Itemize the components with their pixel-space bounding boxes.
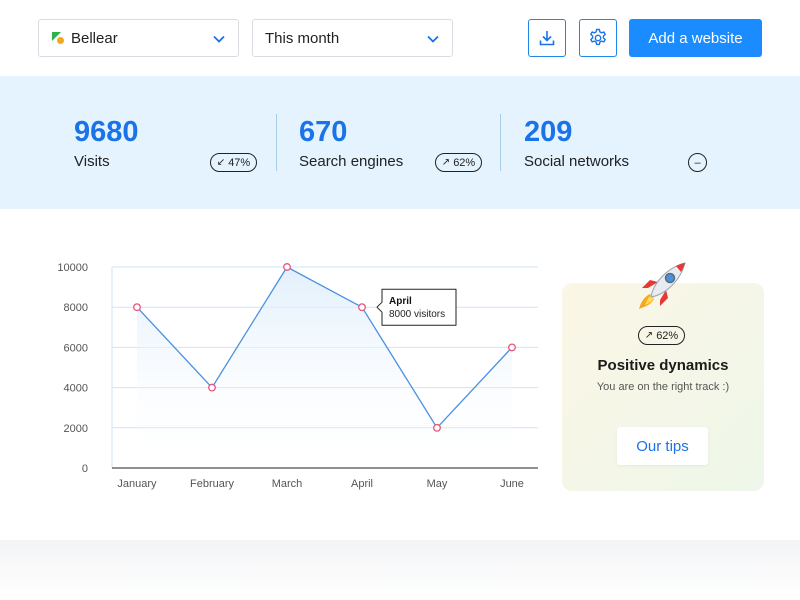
period-select-value: This month (265, 29, 340, 47)
add-website-button[interactable]: Add a website (629, 19, 762, 57)
data-point (508, 343, 516, 352)
settings-button[interactable] (579, 19, 617, 57)
x-tick-label: January (117, 478, 157, 490)
arrow-up-right-icon: ↗ (441, 157, 451, 168)
visits-chart: 0 2000 4000 6000 8000 10000 January February Mar… (57, 262, 538, 490)
card-subtitle: You are on the right track :) (596, 381, 730, 393)
trend-badge: ↗ 62% (435, 153, 482, 172)
stat-social-networks: 209 Social networks – (524, 76, 708, 209)
bellear-logo-icon (52, 32, 64, 44)
gear-icon (590, 28, 606, 46)
stat-visits: 9680 Visits ↙ 47% (74, 76, 258, 209)
stat-value: 9680 (74, 116, 139, 148)
stat-divider (500, 114, 501, 171)
tooltip-title: April (389, 296, 412, 307)
bottom-fade (0, 540, 800, 600)
y-tick-label: 0 (82, 463, 88, 475)
y-tick-label: 10000 (57, 262, 88, 274)
data-point (283, 263, 291, 271)
trend-badge-value: 47% (228, 156, 251, 169)
data-point (133, 303, 141, 312)
x-tick-label: May (427, 478, 448, 490)
arrow-up-right-icon: ↗ (644, 330, 654, 341)
stat-value: 209 (524, 116, 573, 148)
dynamics-card: ↗ 62% Positive dynamics You are on the r… (562, 283, 764, 491)
y-tick-label: 8000 (64, 302, 88, 314)
stat-label: Search engines (299, 153, 404, 170)
stats-band: 9680 Visits ↙ 47% 670 Search engines ↗ 6… (0, 76, 800, 209)
y-tick-label: 4000 (64, 383, 88, 395)
y-tick-label: 2000 (64, 423, 88, 435)
x-tick-label: February (190, 478, 235, 490)
data-point (208, 383, 216, 392)
data-point (433, 423, 441, 432)
stat-value: 670 (299, 116, 348, 148)
chevron-down-icon (213, 35, 225, 43)
rocket-icon (639, 262, 686, 309)
site-select[interactable]: Bellear (38, 19, 239, 57)
period-select[interactable]: This month (252, 19, 453, 57)
card-badge-value: 62% (656, 329, 679, 342)
download-icon (539, 31, 555, 46)
tooltip-text: 8000 visitors (389, 309, 445, 320)
download-button[interactable] (528, 19, 566, 57)
chevron-down-icon (427, 35, 439, 43)
x-tick-label: June (500, 478, 524, 490)
y-tick-label: 6000 (64, 342, 88, 354)
x-tick-label: March (272, 478, 303, 490)
arrow-down-left-icon: ↙ (216, 157, 226, 168)
trend-badge-value: 62% (453, 156, 476, 169)
trend-badge-value: – (694, 156, 701, 169)
card-title: Positive dynamics (597, 357, 729, 374)
stat-label: Visits (74, 153, 110, 170)
x-tick-label: April (351, 478, 373, 490)
our-tips-button[interactable]: Our tips (617, 427, 708, 465)
data-point (358, 303, 366, 312)
site-select-value: Bellear (71, 29, 118, 47)
stat-label: Social networks (524, 153, 630, 170)
stat-divider (276, 114, 277, 171)
card-trend-badge: ↗ 62% (638, 326, 685, 345)
trend-badge: – (688, 153, 707, 172)
trend-badge: ↙ 47% (210, 153, 257, 172)
stat-search-engines: 670 Search engines ↗ 62% (299, 76, 483, 209)
dashboard-page: Bellear This month Add a website 9680 Vi… (0, 0, 800, 600)
